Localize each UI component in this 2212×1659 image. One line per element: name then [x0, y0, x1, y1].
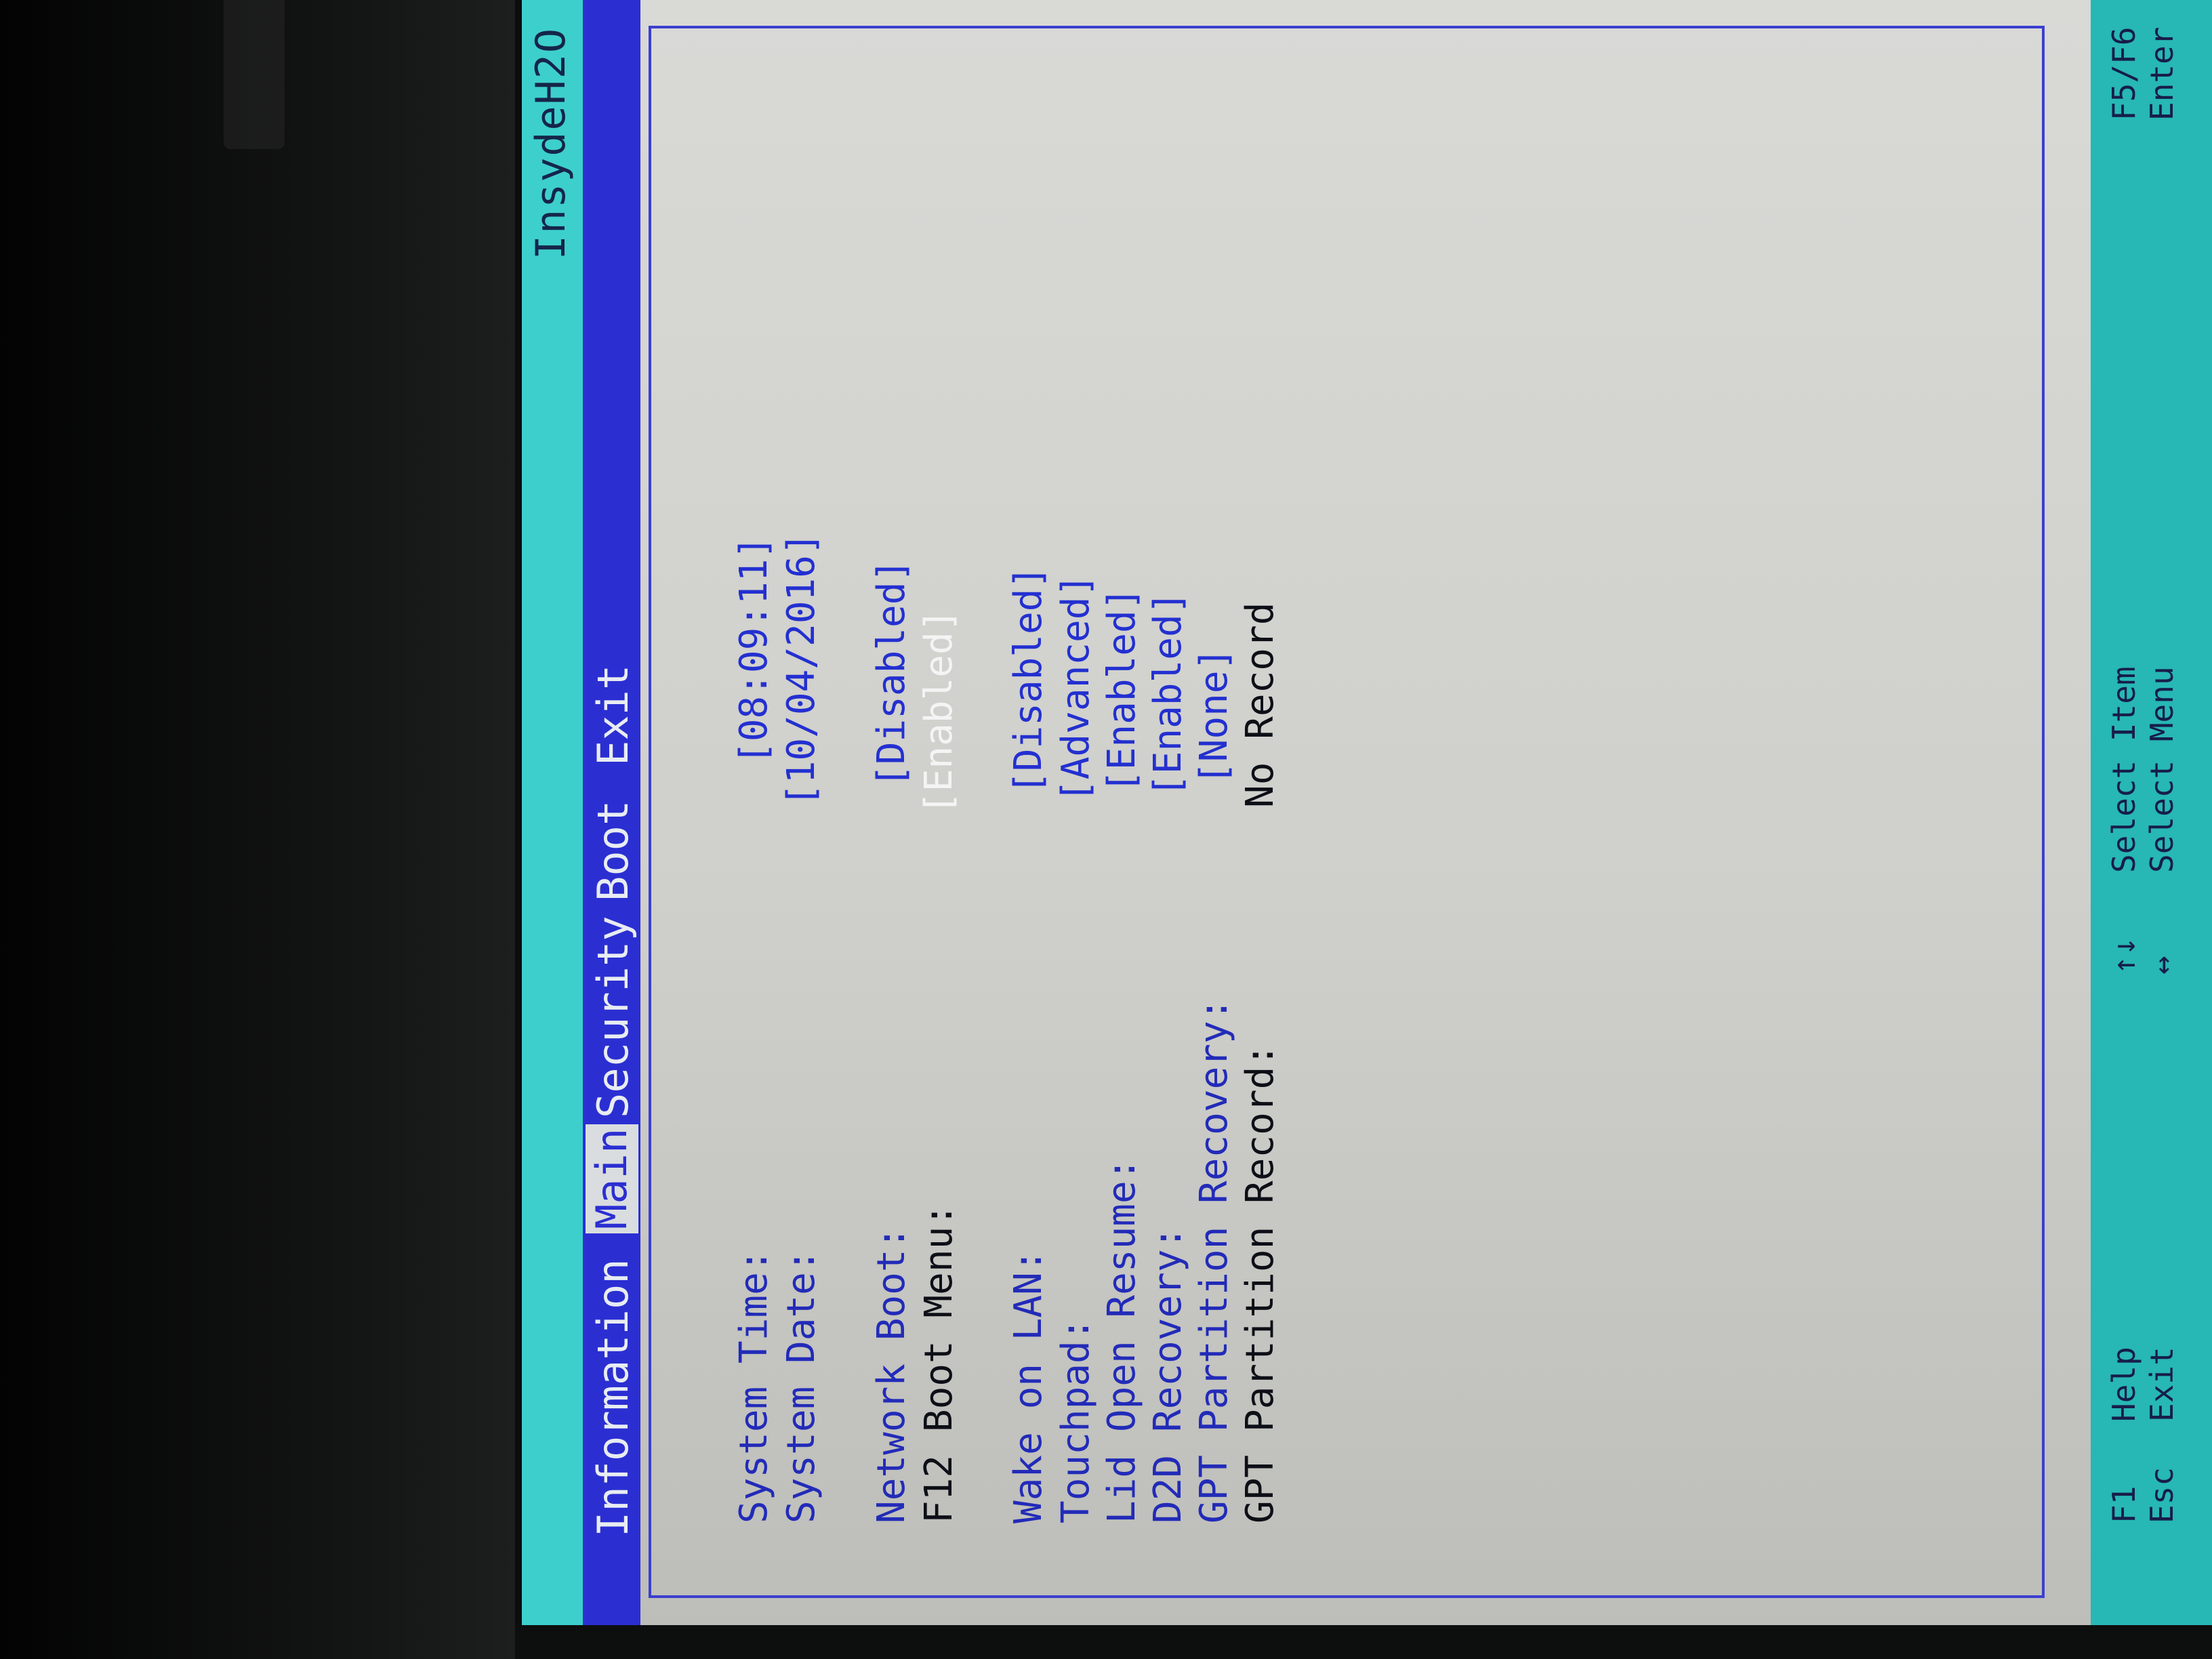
setting-label-system-time: System Time: — [732, 1249, 776, 1523]
tab-security[interactable]: Security — [588, 916, 638, 1118]
setting-value-system-date[interactable]: [10/04/2016] — [779, 532, 823, 806]
setting-label-gpt-partition-recovery: GPT Partition Recovery: — [1192, 998, 1236, 1523]
setting-value-system-time[interactable]: [08:09:11] — [732, 536, 776, 764]
setting-label-gpt-partition-record: GPT Partition Record: — [1238, 1043, 1282, 1523]
panel-border — [649, 26, 2045, 1598]
bios-screen: InsydeH2O Information Main Security Boot… — [522, 0, 2212, 1625]
up-down-arrows-icon: ↑↓ — [2106, 937, 2142, 975]
help-action-select-item: Select Item — [2106, 666, 2142, 873]
monitor-bezel-bottom — [515, 1625, 2212, 1659]
help-key-enter: Enter — [2144, 26, 2180, 121]
help-action-select-menu: Select Menu — [2144, 666, 2180, 873]
setting-label-system-date: System Date: — [779, 1249, 823, 1523]
setting-label-network-boot: Network Boot: — [869, 1226, 914, 1523]
setting-label-lid-open-resume: Lid Open Resume: — [1100, 1158, 1144, 1523]
tab-information[interactable]: Information — [588, 1258, 638, 1537]
setting-value-network-boot[interactable]: [Disabled] — [869, 559, 914, 787]
setting-label-f12-boot-menu: F12 Boot Menu: — [917, 1203, 961, 1523]
setting-label-wake-on-lan: Wake on LAN: — [1006, 1249, 1050, 1523]
setting-label-touchpad: Touchpad: — [1054, 1317, 1098, 1523]
setting-label-d2d-recovery: D2D Recovery: — [1146, 1226, 1190, 1523]
tab-main[interactable]: Main — [586, 1124, 638, 1233]
setting-value-lid-open-resume[interactable]: [Enabled] — [1100, 588, 1144, 793]
setting-value-gpt-partition-record: No Record — [1238, 602, 1282, 808]
help-key-f5-f6: F5/F6 — [2106, 26, 2142, 121]
setting-value-gpt-partition-recovery[interactable]: [None] — [1192, 648, 1236, 785]
help-bar: F1 Help Esc Exit ↑↓ Select Item ↔ Select… — [2091, 0, 2212, 1625]
setting-value-f12-boot-menu[interactable]: [Enabled] — [917, 609, 961, 815]
main-settings-panel: System Time: [08:09:11] System Date: [10… — [640, 0, 2091, 1625]
tab-boot[interactable]: Boot — [588, 800, 638, 901]
setting-value-wake-on-lan[interactable]: [Disabled] — [1006, 566, 1050, 794]
setting-value-touchpad[interactable]: [Advanced] — [1054, 574, 1098, 802]
left-right-arrows-icon: ↔ — [2144, 956, 2180, 975]
monitor-bezel-left — [0, 0, 515, 1659]
help-key-esc: Esc — [2144, 1467, 2180, 1523]
menu-bar: Information Main Security Boot Exit — [583, 0, 640, 1625]
vendor-title: InsydeH2O — [527, 27, 575, 260]
title-bar: InsydeH2O — [522, 0, 583, 1625]
help-key-f1: F1 — [2106, 1486, 2142, 1523]
bezel-sticker — [224, 0, 285, 149]
help-action-help: Help — [2106, 1347, 2142, 1422]
help-action-exit: Exit — [2144, 1347, 2180, 1422]
setting-value-d2d-recovery[interactable]: [Enabled] — [1146, 592, 1190, 797]
tab-exit[interactable]: Exit — [588, 665, 638, 766]
